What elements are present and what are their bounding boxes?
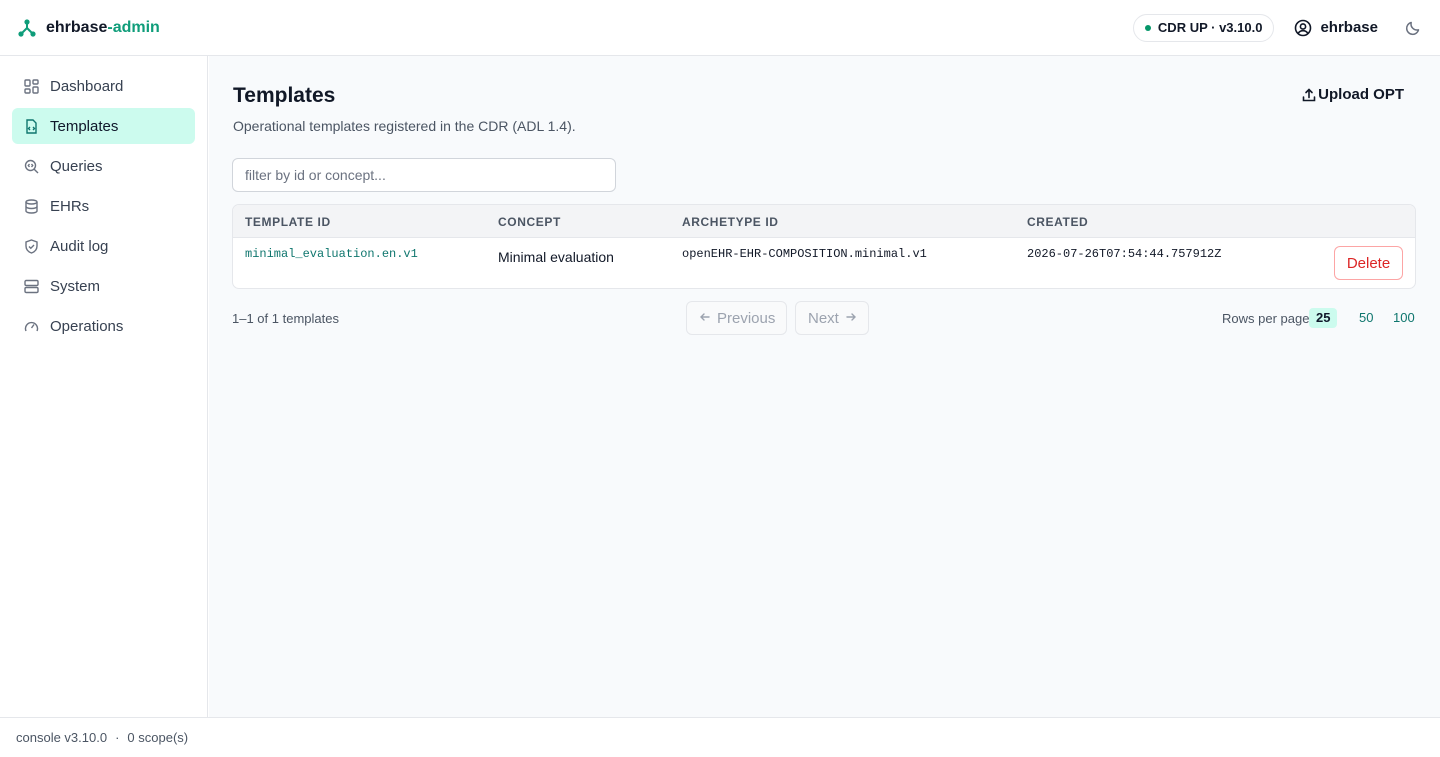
brand-accent: -admin bbox=[107, 18, 160, 36]
sidebar-item-operations[interactable]: Operations bbox=[12, 308, 195, 344]
search-code-icon bbox=[24, 159, 39, 174]
sidebar-item-label: Dashboard bbox=[50, 77, 124, 95]
sidebar-item-audit-log[interactable]: Audit log bbox=[12, 228, 195, 264]
archetype-id-cell: openEHR-EHR-COMPOSITION.minimal.v1 bbox=[682, 247, 927, 261]
page-title: Templates bbox=[233, 84, 336, 107]
sidebar-item-system[interactable]: System bbox=[12, 268, 195, 304]
sidebar-item-label: Operations bbox=[50, 317, 124, 335]
arrow-left-icon bbox=[699, 310, 711, 327]
rows-option-100[interactable]: 100 bbox=[1386, 308, 1422, 328]
upload-opt-button[interactable]: Upload OPT bbox=[1302, 86, 1404, 103]
column-header-archetype-id: ARCHETYPE ID bbox=[682, 215, 779, 229]
template-id-link[interactable]: minimal_evaluation.en.v1 bbox=[245, 247, 418, 261]
grid-icon bbox=[24, 78, 39, 94]
logo-icon bbox=[18, 18, 36, 37]
sidebar-item-label: EHRs bbox=[50, 197, 90, 215]
next-label: Next bbox=[808, 309, 839, 327]
delete-button[interactable]: Delete bbox=[1334, 246, 1403, 280]
column-header-concept: CONCEPT bbox=[498, 215, 561, 229]
previous-label: Previous bbox=[717, 309, 776, 327]
upload-opt-label: Upload OPT bbox=[1318, 86, 1404, 103]
page-subtitle: Operational templates registered in the … bbox=[233, 118, 576, 134]
sidebar-item-dashboard[interactable]: Dashboard bbox=[12, 68, 195, 104]
top-bar: ehrbase-admin CDR UP · v3.10.0 ehrbase bbox=[0, 0, 1440, 56]
file-code-icon bbox=[24, 118, 39, 134]
cdr-status-text: CDR UP · v3.10.0 bbox=[1157, 20, 1263, 35]
moon-icon[interactable] bbox=[1404, 19, 1422, 37]
sidebar-item-label: Audit log bbox=[50, 237, 109, 255]
sidebar-item-label: Queries bbox=[50, 157, 103, 175]
sidebar-item-label: Templates bbox=[50, 117, 119, 135]
brand[interactable]: ehrbase-admin bbox=[18, 19, 160, 37]
sidebar: Dashboard Templates Queries EHRs Audit l… bbox=[0, 56, 208, 717]
gauge-icon bbox=[24, 319, 39, 334]
status-dot-icon bbox=[1144, 24, 1151, 31]
sidebar-item-label: System bbox=[50, 277, 101, 295]
shield-check-icon bbox=[24, 238, 39, 254]
user-circle-icon bbox=[1294, 19, 1312, 37]
created-cell: 2026-07-26T07:54:44.757912Z bbox=[1027, 247, 1222, 261]
pagination-info: 1–1 of 1 templates bbox=[232, 311, 339, 326]
sidebar-item-templates[interactable]: Templates bbox=[12, 108, 195, 144]
console-version: console v3.10.0 bbox=[16, 730, 108, 745]
footer: console v3.10.0 · 0 scope(s) bbox=[0, 717, 1440, 757]
filter-input[interactable] bbox=[232, 158, 616, 192]
previous-button[interactable]: Previous bbox=[686, 301, 787, 335]
column-header-created: CREATED bbox=[1027, 215, 1089, 229]
brand-name: ehrbase bbox=[46, 18, 108, 36]
sidebar-item-ehrs[interactable]: EHRs bbox=[12, 188, 195, 224]
server-icon bbox=[24, 279, 39, 294]
column-header-template-id: TEMPLATE ID bbox=[245, 215, 331, 229]
templates-table: TEMPLATE ID CONCEPT ARCHETYPE ID CREATED… bbox=[232, 204, 1416, 289]
rows-option-50[interactable]: 50 bbox=[1352, 308, 1380, 328]
concept-cell: Minimal evaluation bbox=[498, 249, 614, 265]
rows-option-25[interactable]: 25 bbox=[1309, 308, 1338, 328]
scope-count: 0 scope(s) bbox=[127, 730, 189, 745]
arrow-right-icon bbox=[845, 310, 857, 327]
table-row: minimal_evaluation.en.v1 Minimal evaluat… bbox=[233, 238, 1415, 288]
main-content: Templates Operational templates register… bbox=[209, 56, 1440, 717]
table-header: TEMPLATE ID CONCEPT ARCHETYPE ID CREATED bbox=[233, 205, 1415, 238]
user-name: ehrbase bbox=[1320, 19, 1378, 36]
cdr-status-badge: CDR UP · v3.10.0 bbox=[1132, 13, 1275, 42]
user-menu[interactable]: ehrbase bbox=[1294, 19, 1378, 37]
next-button[interactable]: Next bbox=[795, 301, 869, 335]
upload-icon bbox=[1302, 87, 1316, 102]
sidebar-item-queries[interactable]: Queries bbox=[12, 148, 195, 184]
footer-separator: · bbox=[115, 730, 120, 745]
database-icon bbox=[24, 198, 39, 214]
rows-per-page-label: Rows per page bbox=[1222, 311, 1310, 326]
